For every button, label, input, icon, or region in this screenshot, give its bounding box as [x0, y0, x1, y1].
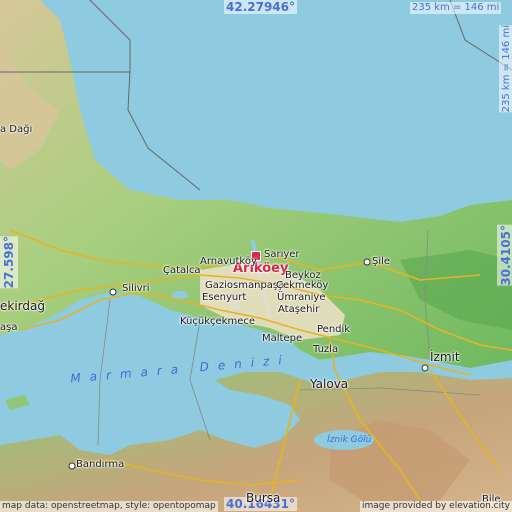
lake-label: İznik Gölü — [327, 435, 372, 445]
place-label: İzmit — [430, 350, 460, 364]
place-label: Çatalca — [163, 265, 201, 276]
place-label: Arnavutköy — [200, 256, 257, 267]
latitude-top-label: 42.27946° — [224, 0, 298, 14]
place-label: Yalova — [310, 377, 349, 391]
city-dot — [109, 288, 117, 296]
place-label: Silivri — [122, 283, 150, 294]
place-label: Bursa — [246, 491, 281, 505]
terrain-map[interactable]: 42.27946° 40.16431° 27.598° 30.4105° 235… — [0, 0, 512, 512]
place-label: Tuzla — [313, 344, 339, 355]
city-dot — [68, 462, 76, 470]
map-credit-left: map data: openstreetmap, style: opentopo… — [0, 501, 218, 512]
place-label: Sarıyer — [264, 249, 300, 260]
scale-right-label: 235 km = 146 mi — [499, 25, 512, 113]
city-dot — [363, 258, 371, 266]
place-label: Şile — [372, 256, 391, 267]
place-label: Bandırma — [76, 459, 125, 470]
city-dot — [421, 364, 429, 372]
scale-top-label: 235 km = 146 mi — [410, 2, 502, 14]
place-label: Çekmeköy — [276, 280, 329, 291]
longitude-right-label: 30.4105° — [497, 225, 512, 286]
place-label: Esenyurt — [202, 292, 247, 303]
place-label: ekirdağ — [0, 299, 45, 313]
place-label: Maltepe — [262, 333, 303, 344]
place-label: aşa — [0, 322, 18, 333]
place-label: Pendik — [317, 324, 351, 335]
map-credit-right: image provided by elevation.city — [360, 501, 512, 512]
place-label: Küçükçekmece — [180, 316, 256, 327]
place-label: Ataşehir — [278, 304, 320, 315]
place-label: Gaziosmanpaşa — [205, 280, 285, 291]
place-label: Ümraniye — [277, 292, 326, 303]
place-label: a Dağı — [0, 124, 33, 135]
longitude-left-label: 27.598° — [0, 236, 18, 289]
